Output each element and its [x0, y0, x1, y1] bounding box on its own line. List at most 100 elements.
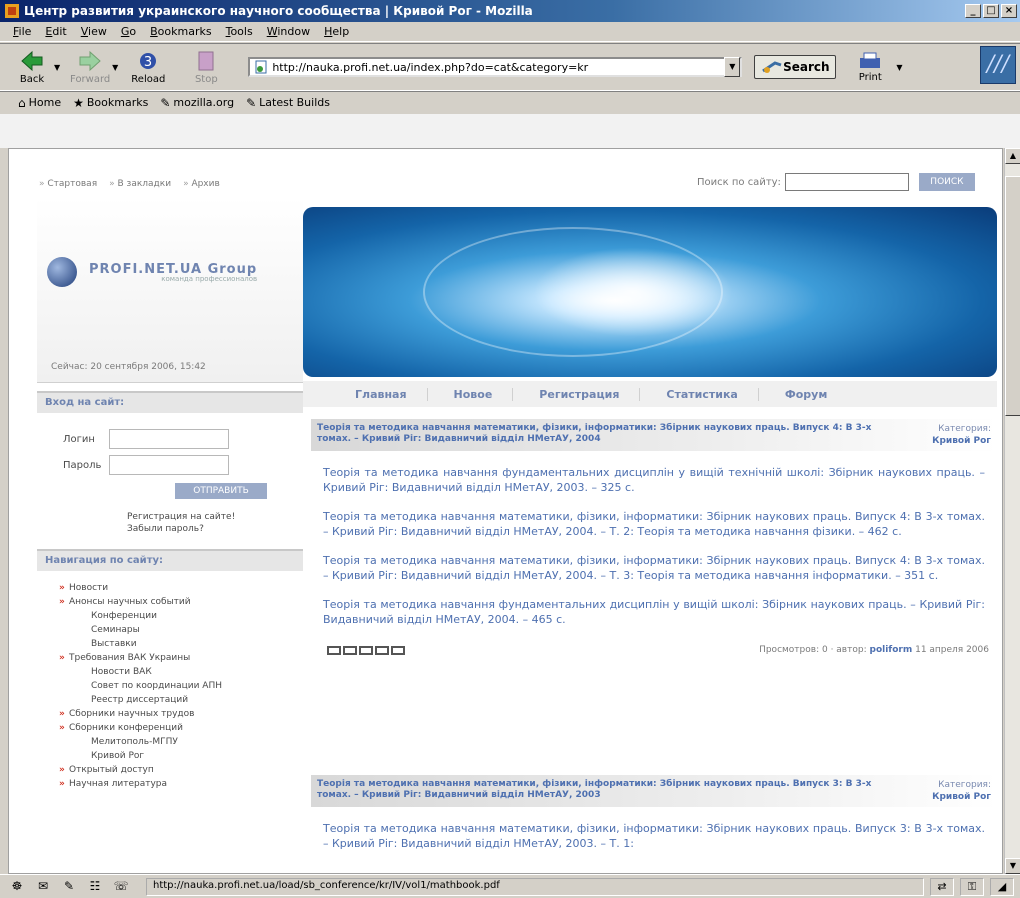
logo-box: PROFI.NET.UA Group команда профессионало…: [37, 197, 303, 383]
tab-statistics[interactable]: Статистика: [646, 387, 759, 401]
online-status-icon[interactable]: ⇄: [930, 877, 954, 896]
site-logo[interactable]: PROFI.NET.UA Group команда профессионало…: [47, 257, 257, 287]
navigation-toolbar: Back ▼ Forward ▼ 3 Reload Stop http://na…: [0, 43, 1020, 91]
minimize-button[interactable]: _: [965, 4, 981, 18]
tab-registration[interactable]: Регистрация: [519, 387, 641, 401]
stop-button[interactable]: Stop: [180, 49, 232, 85]
nav-subitem[interactable]: Реестр диссертаций: [69, 693, 303, 707]
login-label: Логин: [63, 433, 95, 445]
vertical-scrollbar[interactable]: ▲ ▼: [1004, 148, 1020, 874]
reload-button[interactable]: 3 Reload: [122, 49, 174, 85]
content-viewport[interactable]: Стартовая В закладки Архив Поиск по сайт…: [8, 148, 1003, 874]
nav-item[interactable]: Новости: [59, 581, 303, 595]
scroll-thumb[interactable]: [1005, 176, 1020, 416]
personal-toolbar: ⌂ Home ★ Bookmarks ✎ mozilla.org ✎ Latest Bu…: [0, 91, 1020, 113]
article-link[interactable]: Теорія та методика навчання фундаменталь…: [323, 465, 985, 495]
svg-text:3: 3: [144, 55, 152, 70]
mozilla-throbber-icon[interactable]: ///: [980, 46, 1016, 84]
print-dropdown-icon[interactable]: ▼: [896, 63, 902, 72]
banner-glow: [533, 247, 733, 337]
url-field[interactable]: http://nauka.profi.net.ua/index.php?do=c…: [248, 57, 743, 77]
web-page: Стартовая В закладки Архив Поиск по сайт…: [9, 149, 1002, 873]
security-icon[interactable]: ⚿: [960, 877, 984, 896]
author-link[interactable]: poliform: [870, 645, 913, 655]
nav-subitem[interactable]: Семинары: [69, 623, 303, 637]
mozilla-org-bookmark[interactable]: ✎ mozilla.org: [160, 96, 234, 110]
navigator-icon[interactable]: ☸: [8, 879, 26, 895]
rating-stars[interactable]: [327, 645, 405, 655]
composer-icon[interactable]: ✎: [60, 879, 78, 895]
back-label: Back: [19, 74, 45, 85]
menu-bookmarks[interactable]: Bookmarks: [143, 25, 218, 38]
print-button[interactable]: Print: [850, 52, 890, 83]
category-link[interactable]: Кривой Рог: [932, 436, 991, 446]
left-column: PROFI.NET.UA Group команда профессионало…: [37, 197, 303, 791]
scroll-down-icon[interactable]: ▼: [1005, 858, 1020, 874]
maximize-button[interactable]: □: [983, 4, 999, 18]
nav-subitem[interactable]: Конференции: [69, 609, 303, 623]
menu-window[interactable]: Window: [260, 25, 317, 38]
article-link[interactable]: Теорія та методика навчання математики, …: [323, 509, 985, 539]
irc-icon[interactable]: ☏: [112, 879, 130, 895]
mail-icon[interactable]: ✉: [34, 879, 52, 895]
main-tabs: Главная Новое Регистрация Статистика Фор…: [303, 381, 997, 407]
back-dropdown-icon[interactable]: ▼: [54, 63, 60, 72]
menu-tools[interactable]: Tools: [219, 25, 260, 38]
article-title[interactable]: Теорія та методика навчання математики, …: [317, 779, 877, 803]
nav-item[interactable]: Открытый доступ: [59, 763, 303, 777]
latest-builds-bookmark[interactable]: ✎ Latest Builds: [246, 96, 330, 110]
tab-forum[interactable]: Форум: [765, 388, 848, 401]
site-search-button[interactable]: ПОИСК: [918, 173, 975, 191]
search-button[interactable]: Search: [754, 55, 837, 79]
tab-home[interactable]: Главная: [335, 387, 428, 401]
top-link-start[interactable]: Стартовая: [39, 179, 97, 189]
forward-dropdown-icon[interactable]: ▼: [112, 63, 118, 72]
url-dropdown-icon[interactable]: ▼: [724, 57, 741, 77]
article-date: 11 апреля 2006: [915, 645, 989, 655]
scroll-up-icon[interactable]: ▲: [1005, 148, 1020, 164]
article-header: Теорія та методика навчання математики, …: [311, 419, 997, 451]
home-bookmark[interactable]: ⌂ Home: [18, 96, 61, 110]
nav-item[interactable]: Научная литература: [59, 777, 303, 791]
menu-help[interactable]: Help: [317, 25, 356, 38]
title-bar: Центр развития украинского научного сооб…: [0, 0, 1020, 22]
menu-view[interactable]: View: [74, 25, 114, 38]
top-link-bookmark[interactable]: В закладки: [109, 179, 172, 189]
menu-edit[interactable]: Edit: [38, 25, 73, 38]
tab-new[interactable]: Новое: [434, 387, 514, 401]
nav-item[interactable]: Требования ВАК Украины: [59, 651, 303, 665]
printer-icon: [860, 52, 881, 68]
login-input[interactable]: [109, 429, 229, 449]
article-link[interactable]: Теорія та методика навчання математики, …: [323, 553, 985, 583]
close-button[interactable]: ×: [1001, 4, 1017, 18]
bookmarks-bookmark[interactable]: ★ Bookmarks: [73, 96, 148, 110]
back-button[interactable]: Back: [6, 49, 58, 85]
nav-subitem[interactable]: Выставки: [69, 637, 303, 651]
password-label: Пароль: [63, 459, 102, 471]
password-input[interactable]: [109, 455, 229, 475]
register-link[interactable]: Регистрация на сайте!: [127, 511, 289, 523]
category-label: Категория:: [938, 424, 991, 434]
article-link[interactable]: Теорія та методика навчання математики, …: [323, 821, 985, 851]
top-link-archive[interactable]: Архив: [183, 179, 219, 189]
nav-subitem[interactable]: Новости ВАК: [69, 665, 303, 679]
site-search-input[interactable]: [784, 173, 909, 191]
nav-item[interactable]: Сборники научных трудов: [59, 707, 303, 721]
forward-button[interactable]: Forward: [64, 49, 116, 85]
submit-button[interactable]: ОТПРАВИТЬ: [175, 483, 267, 499]
menu-go[interactable]: Go: [114, 25, 143, 38]
article-2: Теорія та методика навчання математики, …: [311, 775, 997, 869]
nav-subitem[interactable]: Совет по координации АПН: [69, 679, 303, 693]
article-link[interactable]: Теорія та методика навчання фундаменталь…: [323, 597, 985, 627]
article-title[interactable]: Теорія та методика навчання математики, …: [317, 423, 877, 447]
addressbook-icon[interactable]: ☷: [86, 879, 104, 895]
nav-subitem[interactable]: Мелитополь-МГПУ: [69, 735, 303, 749]
resize-grip-icon[interactable]: ◢: [990, 877, 1014, 896]
nav-item[interactable]: Сборники конференций: [59, 721, 303, 735]
nav-item[interactable]: Анонсы научных событий: [59, 595, 303, 609]
current-date: Сейчас: 20 сентября 2006, 15:42: [51, 362, 206, 372]
menu-file[interactable]: File: [6, 25, 38, 38]
nav-subitem[interactable]: Кривой Рог: [69, 749, 303, 763]
category-link[interactable]: Кривой Рог: [932, 792, 991, 802]
forgot-password-link[interactable]: Забыли пароль?: [127, 523, 289, 535]
